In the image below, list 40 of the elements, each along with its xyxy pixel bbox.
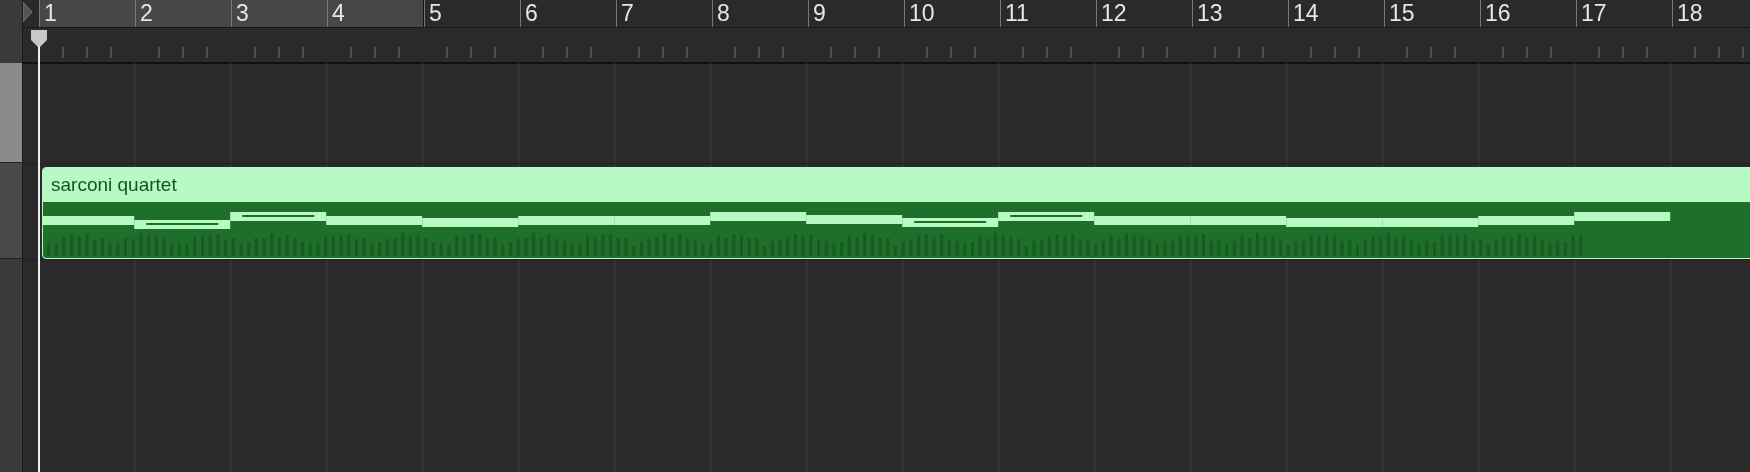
bar-number: 13 [1196, 0, 1223, 26]
bar-number: 3 [235, 0, 249, 26]
bar-number: 11 [1004, 0, 1029, 26]
triangle-icon[interactable] [23, 0, 33, 24]
region-name: sarconi quartet [50, 174, 177, 196]
ruler-segment[interactable]: 3 [231, 0, 327, 27]
bar-number: 17 [1580, 0, 1607, 26]
ruler-segment[interactable]: 17 [1576, 0, 1672, 27]
playhead[interactable] [29, 28, 49, 472]
ruler-segment[interactable]: 8 [712, 0, 808, 27]
ruler-segment[interactable]: 4 [327, 0, 424, 27]
bar-number: 8 [716, 0, 730, 26]
ruler-segment[interactable]: 2 [135, 0, 231, 27]
bar-number: 12 [1100, 0, 1127, 26]
bar-number: 18 [1676, 0, 1703, 26]
ruler-segment[interactable]: 16 [1480, 0, 1576, 27]
ruler-segment[interactable]: 9 [808, 0, 904, 27]
ruler-segment[interactable]: 6 [520, 0, 616, 27]
ruler-segment[interactable]: 12 [1096, 0, 1192, 27]
bar-number: 9 [812, 0, 826, 26]
ruler-segment[interactable]: 14 [1288, 0, 1384, 27]
bar-number: 16 [1484, 0, 1511, 26]
ruler-segment[interactable]: 11 [1000, 0, 1096, 27]
bar-number: 4 [331, 0, 345, 26]
bar-number: 7 [620, 0, 634, 26]
ruler-segment[interactable]: 10 [904, 0, 1000, 27]
ruler-segment[interactable]: 1 [39, 0, 135, 27]
ruler-segment[interactable]: 7 [616, 0, 712, 27]
bar-number: 15 [1388, 0, 1415, 26]
bar-number: 6 [524, 0, 538, 26]
bar-number: 1 [43, 0, 57, 26]
ruler-segment[interactable]: 18 [1672, 0, 1750, 27]
bar-number: 5 [428, 0, 442, 26]
bar-number: 2 [139, 0, 153, 26]
ruler-segment[interactable]: 5 [424, 0, 520, 27]
bar-number: 14 [1292, 0, 1319, 26]
ruler-segment[interactable]: 13 [1192, 0, 1288, 27]
ruler-segment[interactable]: 15 [1384, 0, 1480, 27]
midi-region[interactable]: sarconi quartet [42, 167, 1750, 259]
bar-number: 10 [908, 0, 935, 26]
